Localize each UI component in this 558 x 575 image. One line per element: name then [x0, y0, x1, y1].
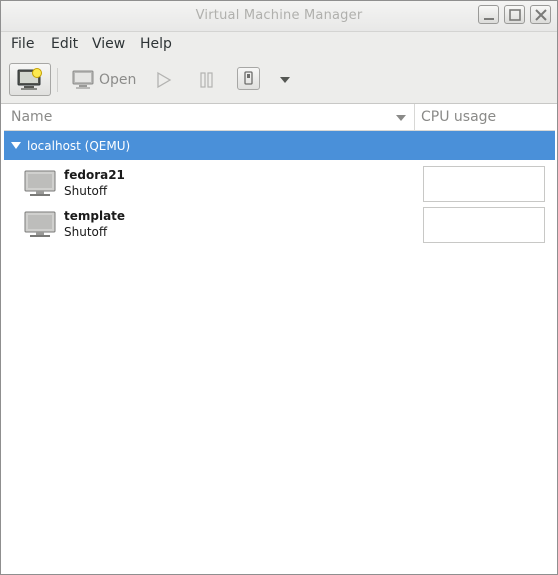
vm-monitor-icon [24, 170, 56, 196]
maximize-button[interactable] [504, 5, 525, 24]
toolbar: Open [1, 58, 557, 104]
close-button[interactable] [530, 5, 551, 24]
host-row[interactable]: localhost (QEMU) [4, 131, 555, 160]
minimize-icon [484, 18, 494, 20]
cpu-usage-graph [423, 166, 545, 202]
shutdown-menu-button[interactable] [279, 74, 291, 84]
vm-name: template [64, 209, 126, 223]
window-title: Virtual Machine Manager [195, 8, 363, 23]
main-window: Virtual Machine Manager File Edit View H… [0, 0, 558, 575]
menu-view[interactable]: View [92, 36, 125, 52]
menu-bar: File Edit View Help [1, 32, 557, 58]
sort-arrow-icon [396, 115, 406, 121]
column-name-header[interactable]: Name [11, 109, 52, 125]
menu-edit[interactable]: Edit [51, 36, 78, 52]
power-icon [244, 71, 253, 85]
column-divider[interactable] [414, 104, 415, 130]
column-cpu-header[interactable]: CPU usage [421, 109, 496, 125]
title-bar[interactable]: Virtual Machine Manager [1, 1, 557, 32]
vm-row-fedora21[interactable]: fedora21 Shutoff [4, 163, 555, 204]
minimize-button[interactable] [478, 5, 499, 24]
pause-button[interactable] [199, 71, 215, 89]
vm-name: fedora21 [64, 168, 125, 182]
pause-icon [200, 72, 213, 88]
vm-monitor-icon [24, 211, 56, 237]
vm-row-template[interactable]: template Shutoff [4, 204, 555, 245]
computer-new-icon [17, 68, 42, 90]
maximize-icon [509, 9, 521, 21]
host-label: localhost (QEMU) [27, 139, 131, 153]
toolbar-separator [57, 68, 58, 92]
monitor-icon [72, 70, 94, 89]
open-button[interactable]: Open [99, 72, 136, 88]
play-icon [157, 71, 172, 89]
close-icon [535, 9, 547, 21]
menu-help[interactable]: Help [140, 36, 172, 52]
new-vm-button[interactable] [9, 63, 51, 96]
dropdown-arrow-icon [280, 77, 290, 83]
shutdown-button[interactable] [237, 67, 260, 90]
expander-arrow-icon[interactable] [11, 142, 21, 150]
menu-file[interactable]: File [11, 36, 34, 52]
column-header-row: Name CPU usage [4, 104, 555, 131]
cpu-usage-graph [423, 207, 545, 243]
run-button[interactable] [156, 71, 172, 89]
vm-status: Shutoff [64, 184, 108, 198]
open-button-icon-wrap[interactable] [71, 68, 95, 92]
vm-status: Shutoff [64, 225, 108, 239]
